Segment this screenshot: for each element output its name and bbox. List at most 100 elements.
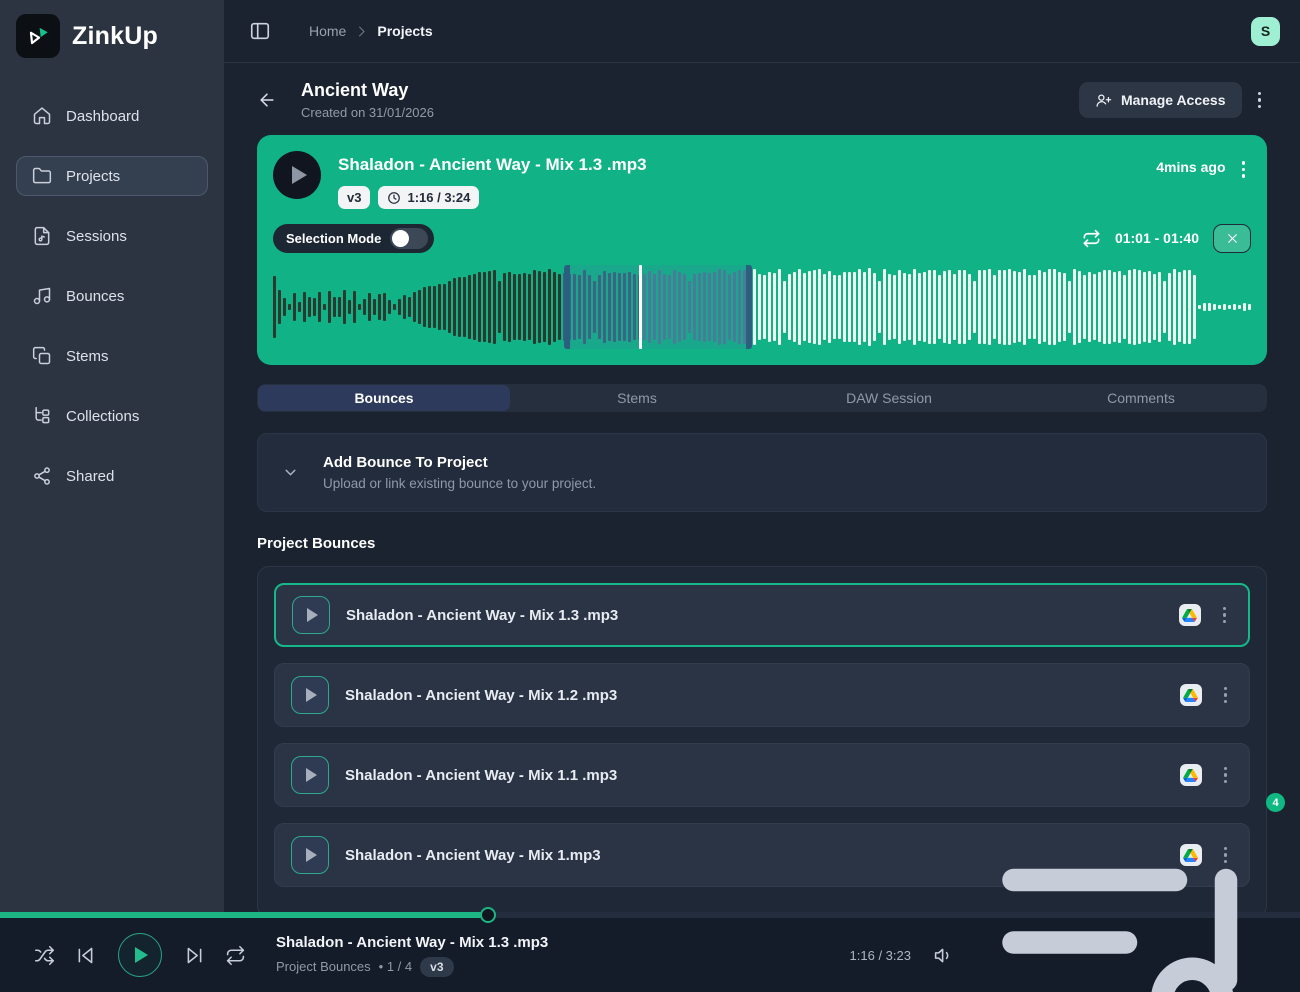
- card-menu-kebab-icon[interactable]: [1236, 155, 1252, 184]
- row-menu-kebab-icon[interactable]: [1218, 761, 1234, 790]
- clear-selection-button[interactable]: [1213, 224, 1251, 253]
- toggle-switch[interactable]: [390, 228, 428, 249]
- page-title: Ancient Way: [301, 80, 434, 101]
- sidebar-item-label: Bounces: [66, 288, 124, 305]
- row-play-button[interactable]: [291, 676, 329, 714]
- now-playing-title: Shaladon - Ancient Way - Mix 1.3 .mp3: [276, 934, 548, 951]
- chevron-right-icon: [354, 24, 369, 39]
- user-avatar[interactable]: S: [1251, 17, 1280, 46]
- bounce-row-3[interactable]: Shaladon - Ancient Way - Mix 1.1 .mp3: [274, 743, 1250, 807]
- version-badge: v3: [338, 186, 370, 209]
- bounce-row-2[interactable]: Shaladon - Ancient Way - Mix 1.2 .mp3: [274, 663, 1250, 727]
- duration-badge-text: 1:16 / 3:24: [407, 190, 470, 205]
- selection-mode-toggle[interactable]: Selection Mode: [273, 224, 434, 253]
- selection-mode-label: Selection Mode: [286, 231, 381, 246]
- queue-button[interactable]: 4: [976, 805, 1276, 992]
- sidebar-item-label: Dashboard: [66, 108, 139, 125]
- selection-range-label: 01:01 - 01:40: [1115, 230, 1199, 246]
- row-menu-kebab-icon[interactable]: [1217, 601, 1233, 630]
- manage-access-button[interactable]: Manage Access: [1079, 82, 1242, 118]
- project-bounces-heading: Project Bounces: [257, 535, 1267, 552]
- shuffle-icon[interactable]: [34, 945, 55, 966]
- selection-handle-left[interactable]: [564, 265, 570, 349]
- player-play-button[interactable]: [118, 933, 162, 977]
- add-bounce-subtitle: Upload or link existing bounce to your p…: [323, 476, 596, 491]
- back-arrow-icon[interactable]: [257, 90, 277, 110]
- breadcrumb-current: Projects: [377, 23, 432, 39]
- app-logo[interactable]: ZinkUp: [16, 14, 208, 58]
- tab-stems[interactable]: Stems: [511, 384, 763, 412]
- app-name: ZinkUp: [72, 22, 158, 51]
- sidebar-item-label: Collections: [66, 408, 139, 425]
- toggle-knob: [392, 230, 409, 247]
- app-window: ZinkUp Dashboard Projects Sessions Bounc…: [0, 0, 1300, 992]
- page-content: Ancient Way Created on 31/01/2026 Manage…: [224, 63, 1300, 918]
- next-track-icon[interactable]: [184, 945, 205, 966]
- loop-icon[interactable]: [1082, 229, 1101, 248]
- active-track-card: Shaladon - Ancient Way - Mix 1.3 .mp3 v3…: [257, 135, 1267, 365]
- sidebar-item-sessions[interactable]: Sessions: [16, 216, 208, 256]
- volume-icon[interactable]: [933, 945, 954, 966]
- waveform-selection[interactable]: [564, 265, 752, 349]
- close-icon: [1225, 231, 1240, 246]
- now-playing-version-badge: v3: [420, 957, 453, 977]
- folder-icon: [32, 166, 52, 186]
- waveform[interactable]: [273, 265, 1251, 349]
- google-drive-icon[interactable]: [1179, 604, 1201, 626]
- add-bounce-panel[interactable]: Add Bounce To Project Upload or link exi…: [257, 433, 1267, 512]
- repeat-icon[interactable]: [225, 945, 246, 966]
- playhead[interactable]: [639, 265, 642, 349]
- queue-list-icon: [976, 805, 1276, 992]
- sidebar-item-stems[interactable]: Stems: [16, 336, 208, 376]
- row-menu-kebab-icon[interactable]: [1218, 681, 1234, 710]
- sidebar-item-collections[interactable]: Collections: [16, 396, 208, 436]
- card-track-title: Shaladon - Ancient Way - Mix 1.3 .mp3: [338, 155, 647, 175]
- waveform-region[interactable]: [273, 265, 1251, 349]
- project-header: Ancient Way Created on 31/01/2026 Manage…: [257, 80, 1267, 120]
- sidebar-toggle-icon[interactable]: [249, 20, 271, 42]
- bounce-row-1[interactable]: Shaladon - Ancient Way - Mix 1.3 .mp3: [274, 583, 1250, 647]
- add-bounce-title: Add Bounce To Project: [323, 454, 596, 471]
- file-audio-icon: [32, 226, 52, 246]
- bottom-player-bar: Shaladon - Ancient Way - Mix 1.3 .mp3 Pr…: [0, 912, 1300, 992]
- main-area: Home Projects S Ancient Way Created on 3…: [224, 0, 1300, 992]
- project-menu-kebab-icon[interactable]: [1252, 86, 1268, 115]
- selection-handle-right[interactable]: [746, 265, 752, 349]
- topbar: Home Projects S: [224, 0, 1300, 63]
- card-play-button[interactable]: [273, 151, 321, 199]
- music-note-icon: [32, 286, 52, 306]
- section-tabs: Bounces Stems DAW Session Comments: [257, 384, 1267, 412]
- sidebar-item-dashboard[interactable]: Dashboard: [16, 96, 208, 136]
- bounce-title: Shaladon - Ancient Way - Mix 1.3 .mp3: [346, 607, 618, 624]
- stems-copy-icon: [32, 346, 52, 366]
- bounce-title: Shaladon - Ancient Way - Mix 1.mp3: [345, 847, 601, 864]
- google-drive-icon[interactable]: [1180, 764, 1202, 786]
- sidebar-item-shared[interactable]: Shared: [16, 456, 208, 496]
- chevron-down-icon[interactable]: [282, 464, 299, 481]
- manage-access-label: Manage Access: [1121, 92, 1226, 108]
- home-icon: [32, 106, 52, 126]
- now-playing-context: Project Bounces: [276, 959, 371, 974]
- play-icon: [307, 608, 318, 622]
- sidebar-item-label: Shared: [66, 468, 114, 485]
- row-play-button[interactable]: [291, 756, 329, 794]
- row-play-button[interactable]: [291, 836, 329, 874]
- zinkup-logo-icon: [16, 14, 60, 58]
- google-drive-icon[interactable]: [1180, 684, 1202, 706]
- card-track-info: Shaladon - Ancient Way - Mix 1.3 .mp3 v3…: [338, 151, 647, 209]
- user-plus-icon: [1095, 92, 1112, 109]
- clock-icon: [387, 191, 401, 205]
- sidebar-item-bounces[interactable]: Bounces: [16, 276, 208, 316]
- tab-daw-session[interactable]: DAW Session: [763, 384, 1015, 412]
- sidebar-item-projects[interactable]: Projects: [16, 156, 208, 196]
- tab-bounces[interactable]: Bounces: [258, 385, 510, 411]
- play-icon: [306, 848, 317, 862]
- now-playing-info: Shaladon - Ancient Way - Mix 1.3 .mp3 Pr…: [276, 934, 548, 977]
- sidebar-item-label: Projects: [66, 168, 120, 185]
- sidebar-item-label: Stems: [66, 348, 109, 365]
- breadcrumb-home[interactable]: Home: [309, 23, 346, 39]
- previous-track-icon[interactable]: [75, 945, 96, 966]
- row-play-button[interactable]: [292, 596, 330, 634]
- sidebar: ZinkUp Dashboard Projects Sessions Bounc…: [0, 0, 224, 992]
- tab-comments[interactable]: Comments: [1015, 384, 1267, 412]
